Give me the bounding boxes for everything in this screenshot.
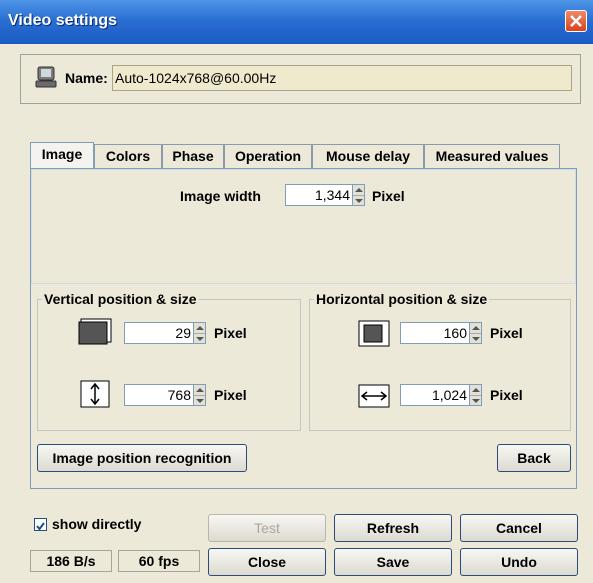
bitrate-indicator: 186 B/s xyxy=(30,550,112,572)
image-width-label: Image width xyxy=(180,188,261,204)
undo-button[interactable]: Undo xyxy=(460,548,578,576)
back-button[interactable]: Back xyxy=(497,444,571,472)
horizontal-position-group: Horizontal position & size 160 Pixel 1,0… xyxy=(309,291,571,431)
video-settings-window: Video settings Name: Auto-1024x768@60.00… xyxy=(0,0,593,583)
tab-measured-values[interactable]: Measured values xyxy=(424,144,560,168)
tab-colors[interactable]: Colors xyxy=(94,144,162,168)
image-width-area: Image width 1,344 Pixel xyxy=(31,169,576,284)
horizontal-size-input[interactable]: 1,024 xyxy=(400,384,470,406)
vertical-size-input[interactable]: 768 xyxy=(124,384,194,406)
horizontal-position-stepper[interactable] xyxy=(470,322,482,344)
image-width-unit: Pixel xyxy=(372,188,405,204)
arrow-down-icon xyxy=(472,337,480,341)
arrow-down-icon xyxy=(196,337,204,341)
computer-icon xyxy=(35,66,57,88)
horizontal-size-icon xyxy=(358,384,390,408)
image-width-stepper[interactable] xyxy=(353,184,365,206)
horizontal-position-spinner[interactable]: 160 xyxy=(400,322,482,344)
tab-operation[interactable]: Operation xyxy=(224,144,312,168)
image-tab-panel: Image width 1,344 Pixel Vertical positio… xyxy=(30,168,577,489)
name-label: Name: xyxy=(65,70,108,86)
image-position-recognition-button[interactable]: Image position recognition xyxy=(37,444,247,472)
close-button[interactable]: Close xyxy=(208,548,326,576)
vertical-position-stepper[interactable] xyxy=(194,322,206,344)
arrow-down-icon xyxy=(472,399,480,403)
image-width-spinner[interactable]: 1,344 xyxy=(285,184,365,206)
vertical-size-spinner[interactable]: 768 xyxy=(124,384,206,406)
show-directly-label: show directly xyxy=(52,516,142,532)
tab-mouse-delay[interactable]: Mouse delay xyxy=(312,144,424,168)
image-width-input[interactable]: 1,344 xyxy=(285,184,353,206)
arrow-up-icon xyxy=(196,388,204,392)
horizontal-size-unit: Pixel xyxy=(490,387,523,403)
arrow-up-icon xyxy=(472,326,480,330)
vertical-size-stepper[interactable] xyxy=(194,384,206,406)
tab-image[interactable]: Image xyxy=(30,142,94,168)
horizontal-position-icon xyxy=(358,320,390,347)
arrow-up-icon xyxy=(472,388,480,392)
horizontal-position-input[interactable]: 160 xyxy=(400,322,470,344)
fps-indicator: 60 fps xyxy=(118,550,200,572)
test-button[interactable]: Test xyxy=(208,514,326,542)
arrow-up-icon xyxy=(355,188,363,192)
name-field[interactable]: Auto-1024x768@60.00Hz xyxy=(112,65,572,91)
save-button[interactable]: Save xyxy=(334,548,452,576)
horizontal-position-unit: Pixel xyxy=(490,325,523,341)
show-directly-checkbox[interactable] xyxy=(34,518,47,531)
vertical-size-icon xyxy=(80,380,110,408)
refresh-button[interactable]: Refresh xyxy=(334,514,452,542)
name-panel: Name: Auto-1024x768@60.00Hz xyxy=(20,54,581,104)
arrow-up-icon xyxy=(196,326,204,330)
tab-phase[interactable]: Phase xyxy=(162,144,224,168)
vertical-size-unit: Pixel xyxy=(214,387,247,403)
vertical-position-group: Vertical position & size 29 Pixel 768 Pi… xyxy=(37,291,301,431)
cancel-button[interactable]: Cancel xyxy=(460,514,578,542)
vertical-group-title: Vertical position & size xyxy=(42,291,199,307)
arrow-down-icon xyxy=(196,399,204,403)
close-icon xyxy=(570,15,582,27)
arrow-down-icon xyxy=(355,199,363,203)
vertical-position-input[interactable]: 29 xyxy=(124,322,194,344)
horizontal-size-stepper[interactable] xyxy=(470,384,482,406)
checkmark-icon xyxy=(36,522,45,531)
horizontal-group-title: Horizontal position & size xyxy=(314,291,490,307)
vertical-position-spinner[interactable]: 29 xyxy=(124,322,206,344)
title-bar[interactable]: Video settings xyxy=(0,0,593,44)
window-title: Video settings xyxy=(8,12,118,29)
horizontal-size-spinner[interactable]: 1,024 xyxy=(400,384,482,406)
close-window-button[interactable] xyxy=(565,10,587,32)
vertical-position-icon xyxy=(78,318,112,345)
vertical-position-unit: Pixel xyxy=(214,325,247,341)
